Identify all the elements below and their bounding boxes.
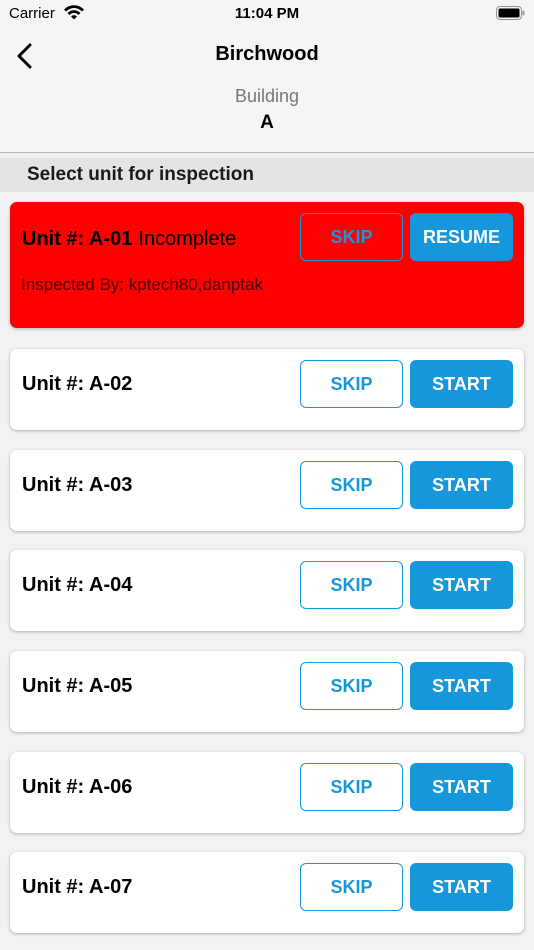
skip-button[interactable]: SKIP xyxy=(300,360,403,408)
unit-label: Unit #: A-05 xyxy=(22,675,133,697)
status-bar: Carrier 11:04 PM xyxy=(0,0,534,30)
skip-button[interactable]: SKIP xyxy=(300,461,403,509)
unit-card-a-02: Unit #: A-02 SKIP START xyxy=(10,349,524,430)
building-value: A xyxy=(260,112,274,133)
section-header-label: Select unit for inspection xyxy=(27,164,254,185)
navigation-bar: Birchwood Building A xyxy=(0,30,534,153)
start-button[interactable]: START xyxy=(410,763,513,811)
unit-line: Unit #: A-01 Incomplete xyxy=(22,228,236,251)
start-button[interactable]: START xyxy=(410,461,513,509)
unit-label: Unit #: A-02 xyxy=(22,373,133,395)
section-header: Select unit for inspection xyxy=(0,158,534,192)
start-button[interactable]: START xyxy=(410,863,513,911)
unit-card-a-03: Unit #: A-03 SKIP START xyxy=(10,450,524,531)
skip-button[interactable]: SKIP xyxy=(300,213,403,261)
unit-status: Incomplete xyxy=(138,228,237,250)
skip-button[interactable]: SKIP xyxy=(300,863,403,911)
unit-card-a-04: Unit #: A-04 SKIP START xyxy=(10,550,524,631)
unit-card-a-05: Unit #: A-05 SKIP START xyxy=(10,651,524,732)
unit-card-a-01: Unit #: A-01 Incomplete Inspected By: kpt… xyxy=(10,202,524,328)
skip-button[interactable]: SKIP xyxy=(300,763,403,811)
inspected-by-label: Inspected By: kptech80,danptak xyxy=(21,275,263,294)
resume-button[interactable]: RESUME xyxy=(410,213,513,261)
unit-label: Unit #: A-04 xyxy=(22,574,133,596)
status-time: 11:04 PM xyxy=(234,5,300,22)
skip-button[interactable]: SKIP xyxy=(300,561,403,609)
start-button[interactable]: START xyxy=(410,662,513,710)
unit-label: Unit #: A-06 xyxy=(22,776,133,798)
unit-card-a-06: Unit #: A-06 SKIP START xyxy=(10,752,524,833)
skip-button[interactable]: SKIP xyxy=(300,662,403,710)
unit-card-a-07: Unit #: A-07 SKIP START xyxy=(10,852,524,933)
page-title: Birchwood xyxy=(215,43,319,65)
unit-label: Unit #: A-07 xyxy=(22,876,133,898)
unit-label: Unit #: A-01 xyxy=(22,228,133,250)
start-button[interactable]: START xyxy=(410,360,513,408)
building-label: Building xyxy=(234,86,300,106)
battery-icon xyxy=(496,6,525,20)
unit-label: Unit #: A-03 xyxy=(22,474,133,496)
start-button[interactable]: START xyxy=(410,561,513,609)
